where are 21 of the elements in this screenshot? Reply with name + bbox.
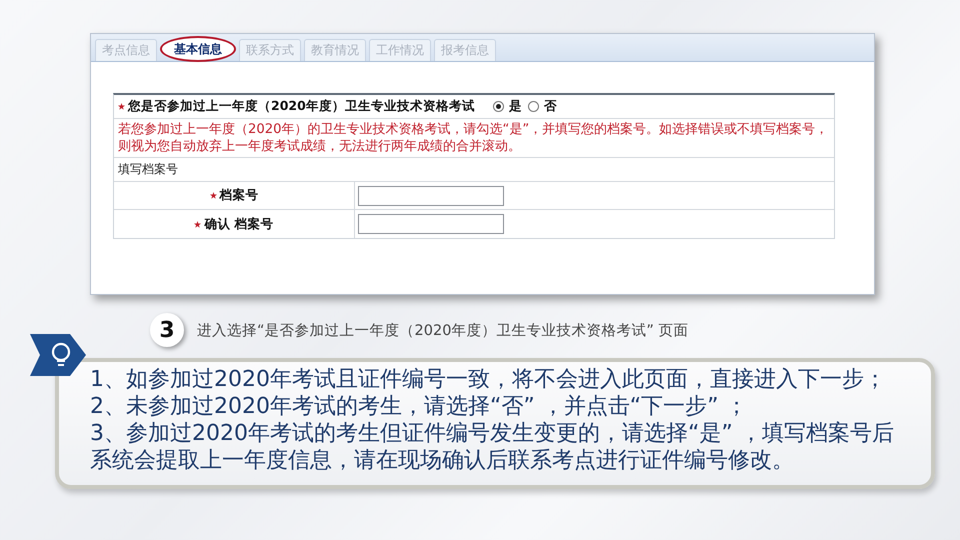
step-caption: 进入选择“是否参加过上一年度（2020年度）卫生专业技术资格考试” 页面 — [197, 322, 689, 340]
step-number: 3 — [150, 313, 184, 347]
tab[interactable]: 基本信息 — [160, 36, 236, 62]
radio-option[interactable]: 是 — [492, 98, 522, 115]
input-field[interactable] — [358, 214, 504, 234]
question-label: 您是否参加过上一年度（2020年度）卫生专业技术资格考试 — [128, 98, 475, 115]
radio-option[interactable]: 否 — [528, 98, 557, 115]
hint-text: 若您参加过上一年度（2020年）的卫生专业技术资格考试，请勾选“是”，并填写您的档案号。如选择错误或不填写档案号，则视为您自动放弃上一年度考试成绩，无法进行两年成绩的合并滚动。 — [117, 121, 830, 156]
lightbulb-badge-icon — [30, 334, 86, 376]
tab[interactable]: 联系方式 — [239, 39, 301, 61]
tab[interactable]: 教育情况 — [304, 39, 366, 61]
section-label: 填写档案号 — [118, 161, 178, 178]
note-text: 2、未参加过2020年考试的考生，请选择“否” ，并点击“下一步” ； — [90, 393, 749, 420]
tab[interactable]: 工作情况 — [369, 39, 431, 61]
field-label: 确认 档案号 — [204, 216, 274, 232]
tab[interactable]: 报考信息 — [434, 39, 496, 61]
field-label: 档案号 — [220, 187, 258, 204]
note-text: 1、如参加过2020年考试且证件编号一致，将不会进入此页面，直接进入下一步； — [90, 366, 887, 393]
note-text: 3、参加过2020年考试的考生但证件编号发生变更的，请选择“是” ，填写档案号后系统会提取上一年度信息，请在现场确认后联系考点进行证件编号修改。 — [90, 420, 895, 474]
tab[interactable]: 考点信息 — [95, 39, 157, 61]
input-field[interactable] — [358, 186, 504, 206]
